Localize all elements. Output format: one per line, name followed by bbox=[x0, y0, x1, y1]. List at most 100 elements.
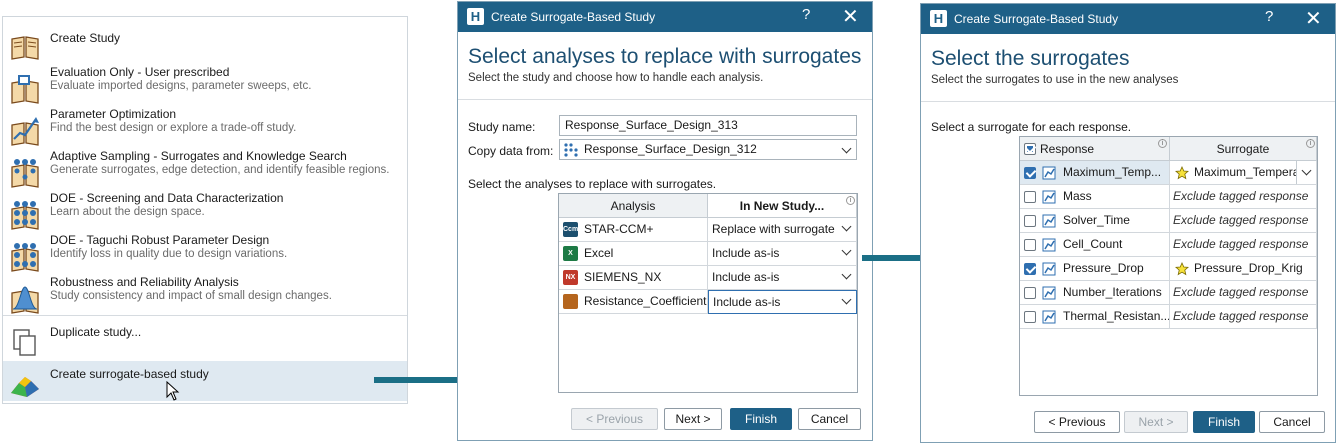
menu-item-description: Find the best design or explore a trade-… bbox=[50, 122, 297, 134]
star-icon bbox=[1175, 166, 1189, 180]
page-title: Select the surrogates bbox=[931, 47, 1130, 70]
menu-item-title: Create surrogate-based study bbox=[50, 367, 209, 381]
column-header-response-label: Response bbox=[1040, 142, 1095, 156]
table-row-response: Cell_Count bbox=[1020, 233, 1170, 257]
copy-data-from-select[interactable]: Response_Surface_Design_312 bbox=[559, 139, 857, 160]
surrogate-select[interactable]: Exclude tagged response bbox=[1170, 305, 1317, 329]
response-chart-icon bbox=[1042, 238, 1056, 252]
response-name: Mass bbox=[1063, 189, 1092, 203]
chevron-down-icon bbox=[841, 245, 852, 256]
analysis-action-select[interactable]: Include as-is bbox=[708, 290, 857, 314]
response-chart-icon bbox=[1042, 214, 1056, 228]
book-icon bbox=[11, 36, 39, 60]
help-button[interactable]: ? bbox=[1265, 8, 1273, 25]
analysis-name: STAR-CCM+ bbox=[584, 222, 654, 236]
menu-item-title: DOE - Taguchi Robust Parameter Design bbox=[50, 233, 270, 247]
close-button[interactable]: ✕ bbox=[1305, 6, 1322, 31]
next-button[interactable]: Next > bbox=[664, 408, 722, 430]
menu-item-title: Robustness and Reliability Analysis bbox=[50, 275, 239, 289]
dialog-header: Select the surrogates Select the surroga… bbox=[921, 34, 1335, 102]
siemens-nx-icon: NX bbox=[563, 270, 578, 285]
surrogate-surface-icon bbox=[11, 377, 39, 397]
surrogate-select[interactable]: Maximum_Tempera bbox=[1170, 161, 1317, 185]
menu-item-title: Parameter Optimization bbox=[50, 107, 177, 121]
response-checkbox[interactable] bbox=[1024, 215, 1036, 227]
menu-item-title: Duplicate study... bbox=[50, 325, 142, 339]
analysis-action-value: Include as-is bbox=[712, 246, 780, 260]
response-checkbox[interactable] bbox=[1024, 167, 1036, 179]
menu-item-create-study[interactable]: Create Study bbox=[3, 23, 407, 65]
analysis-action-select[interactable]: Include as-is bbox=[708, 242, 857, 266]
dialog-titlebar: H Create Surrogate-Based Study ? ✕ bbox=[458, 2, 872, 32]
table-row-response: Maximum_Temp... bbox=[1020, 161, 1170, 185]
menu-item-doe-screening[interactable]: DOE - Screening and Data Characterizatio… bbox=[3, 191, 407, 233]
previous-button[interactable]: < Previous bbox=[571, 408, 658, 430]
surrogate-value: Maximum_Tempera bbox=[1194, 165, 1300, 179]
menu-item-description: Evaluate imported designs, parameter swe… bbox=[50, 80, 312, 92]
study-name-input[interactable]: Response_Surface_Design_313 bbox=[559, 115, 857, 136]
analysis-action-select[interactable]: Include as-is bbox=[708, 266, 857, 290]
response-checkbox[interactable] bbox=[1024, 311, 1036, 323]
duplicate-icon bbox=[13, 329, 36, 356]
surrogate-select[interactable]: Exclude tagged response bbox=[1170, 185, 1317, 209]
close-button[interactable]: ✕ bbox=[842, 4, 859, 29]
copy-data-from-value: Response_Surface_Design_312 bbox=[584, 142, 757, 156]
cancel-button[interactable]: Cancel bbox=[798, 408, 861, 430]
surrogate-value: Pressure_Drop_Krig bbox=[1194, 261, 1303, 275]
response-checkbox[interactable] bbox=[1024, 263, 1036, 275]
menu-item-description: Study consistency and impact of small de… bbox=[50, 290, 332, 302]
menu-item-duplicate-study[interactable]: Duplicate study... bbox=[3, 319, 407, 361]
dropdown-button[interactable] bbox=[1296, 161, 1316, 184]
analysis-name: Excel bbox=[584, 246, 614, 260]
menu-item-doe-taguchi[interactable]: DOE - Taguchi Robust Parameter Design Id… bbox=[3, 233, 407, 275]
response-checkbox[interactable] bbox=[1024, 287, 1036, 299]
page-subtitle: Select the surrogates to use in the new … bbox=[931, 74, 1179, 86]
menu-item-adaptive-sampling[interactable]: Adaptive Sampling - Surrogates and Knowl… bbox=[3, 149, 407, 191]
table-row-response: Thermal_Resistan... bbox=[1020, 305, 1170, 329]
response-checkbox[interactable] bbox=[1024, 239, 1036, 251]
table-row-response: Mass bbox=[1020, 185, 1170, 209]
previous-button[interactable]: < Previous bbox=[1034, 411, 1120, 433]
column-header-analysis: Analysis bbox=[559, 194, 708, 218]
surrogate-select[interactable]: Pressure_Drop_Krig bbox=[1170, 257, 1317, 281]
page-title: Select analyses to replace with surrogat… bbox=[468, 45, 862, 68]
help-button[interactable]: ? bbox=[802, 6, 810, 23]
chevron-down-icon bbox=[841, 221, 852, 232]
surrogate-study-dialog-step1: H Create Surrogate-Based Study ? ✕ Selec… bbox=[457, 1, 873, 441]
column-header-response: Response bbox=[1020, 137, 1170, 161]
table-row-analysis: NX SIEMENS_NX bbox=[559, 266, 708, 290]
dialog-title: Create Surrogate-Based Study bbox=[491, 10, 656, 24]
surrogate-instruction: Select a surrogate for each response. bbox=[931, 120, 1132, 134]
response-name: Maximum_Temp... bbox=[1063, 165, 1162, 179]
menu-item-parameter-optimization[interactable]: Parameter Optimization Find the best des… bbox=[3, 107, 407, 149]
select-all-checkbox[interactable] bbox=[1024, 143, 1036, 155]
response-name: Thermal_Resistan... bbox=[1063, 309, 1170, 323]
info-icon: i bbox=[1158, 139, 1167, 148]
app-logo-icon: H bbox=[930, 10, 947, 27]
cancel-button[interactable]: Cancel bbox=[1259, 411, 1325, 433]
analysis-action-select[interactable]: Replace with surrogate bbox=[708, 218, 857, 242]
response-checkbox[interactable] bbox=[1024, 191, 1036, 203]
copy-data-from-label: Copy data from: bbox=[468, 144, 554, 158]
table-row-analysis: Ccm STAR-CCM+ bbox=[559, 218, 708, 242]
menu-item-evaluation-only[interactable]: Evaluation Only - User prescribed Evalua… bbox=[3, 65, 407, 107]
taguchi-grid-icon bbox=[11, 243, 39, 272]
next-button[interactable]: Next > bbox=[1124, 411, 1188, 433]
resistor-component-icon bbox=[563, 294, 578, 309]
menu-item-robustness[interactable]: Robustness and Reliability Analysis Stud… bbox=[3, 275, 407, 317]
table-row-analysis: Resistance_Coefficient bbox=[559, 290, 708, 314]
menu-item-create-surrogate-study[interactable]: Create surrogate-based study bbox=[3, 361, 407, 401]
response-chart-icon bbox=[1042, 262, 1056, 276]
analyses-instruction: Select the analyses to replace with surr… bbox=[468, 177, 717, 191]
response-name: Number_Iterations bbox=[1063, 285, 1162, 299]
menu-item-description: Learn about the design space. bbox=[50, 206, 205, 218]
finish-button[interactable]: Finish bbox=[730, 408, 792, 430]
surrogate-select[interactable]: Exclude tagged response bbox=[1170, 209, 1317, 233]
adaptive-sampling-icon bbox=[11, 159, 39, 188]
study-name-label: Study name: bbox=[468, 120, 536, 134]
response-chart-icon bbox=[1042, 166, 1056, 180]
finish-button[interactable]: Finish bbox=[1193, 411, 1255, 433]
info-icon: i bbox=[1306, 139, 1315, 148]
surrogate-select[interactable]: Exclude tagged response bbox=[1170, 281, 1317, 305]
surrogate-select[interactable]: Exclude tagged response bbox=[1170, 233, 1317, 257]
